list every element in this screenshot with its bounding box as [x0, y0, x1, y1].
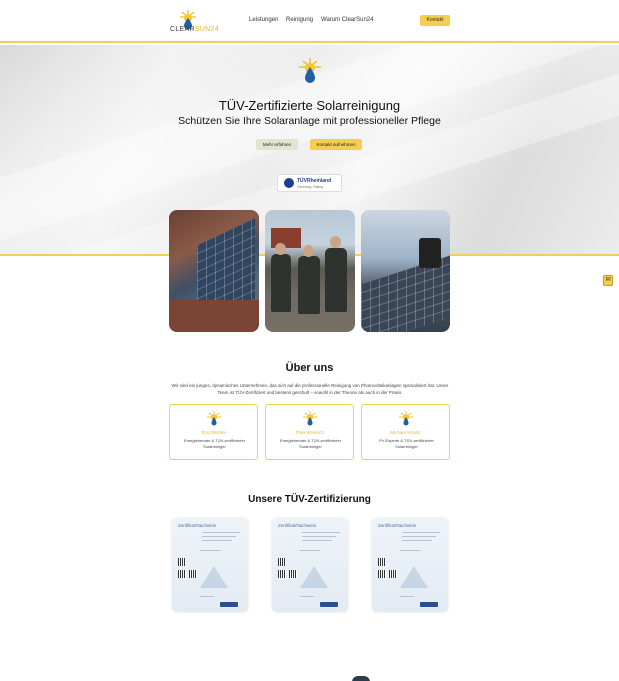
certificate-heading: Zertifikat/Nachweis	[178, 523, 217, 528]
team-member-figure	[298, 256, 320, 314]
qr-code-icon	[189, 570, 197, 578]
certificate-card[interactable]: Zertifikat/Nachweis	[372, 518, 448, 612]
certificate-card[interactable]: Zertifikat/Nachweis	[172, 518, 248, 612]
nav-link-leistungen[interactable]: Leistungen	[249, 17, 278, 23]
chat-icon[interactable]: ✉	[603, 275, 613, 286]
sun-drop-icon	[303, 411, 317, 426]
tuv-badge-subtext: Germany, Rating	[297, 185, 324, 189]
qr-code-icon	[278, 570, 286, 578]
team-member-name: Timo Richter	[200, 430, 227, 435]
photo-panel-brush	[361, 210, 450, 332]
tuv-seal-icon	[320, 602, 338, 607]
certificate-text-line	[400, 550, 420, 551]
certificate-watermark	[300, 566, 328, 588]
next-section-edge	[352, 676, 370, 681]
certificate-heading: Zertifikat/Nachweis	[378, 523, 417, 528]
certificate-text-line	[200, 550, 220, 551]
tuv-logo-icon	[284, 178, 294, 188]
team-member-figure	[325, 248, 347, 312]
sun-drop-icon	[299, 58, 321, 83]
certificate-signature-line	[400, 596, 414, 597]
certificate-text-line	[402, 536, 436, 537]
photo-roof-cleaning	[169, 210, 259, 332]
certificate-watermark	[200, 566, 228, 588]
cleaning-machine	[419, 238, 441, 268]
qr-code-icon	[178, 558, 186, 566]
certificate-text-line	[302, 540, 332, 541]
team-member-figure	[271, 254, 291, 312]
tuv-badge-name: TÜVRheinland	[297, 178, 332, 184]
certificate-watermark	[400, 566, 428, 588]
qr-code-icon	[178, 570, 186, 578]
about-description: Wir sind ein junges, dynamisches Unterne…	[171, 383, 449, 395]
certificate-text-line	[402, 540, 432, 541]
team-member-name: Thilo Weinrich	[295, 430, 324, 435]
team-card-thilo: Thilo Weinrich Energieberater & TÜV-zert…	[265, 404, 354, 460]
contact-cta-button[interactable]: Kontakt aufnehmen	[310, 139, 362, 150]
certificate-signature-line	[300, 596, 314, 597]
tuv-rheinland-badge[interactable]: TÜVRheinland Germany, Rating	[277, 174, 342, 192]
sun-drop-icon	[207, 411, 221, 426]
qr-code-icon	[289, 570, 297, 578]
more-info-button[interactable]: Mehr erfahren	[256, 139, 298, 150]
tuv-seal-icon	[420, 602, 438, 607]
photo-team	[265, 210, 355, 332]
team-card-michael: Michael Scholz PV-Experte & TÜV-zertifiz…	[361, 404, 450, 460]
logo-prefix: CLEAR	[170, 26, 195, 33]
qr-code-icon	[378, 570, 386, 578]
team-member-head	[275, 243, 286, 255]
sun-drop-icon	[399, 411, 413, 426]
certificate-text-line	[302, 536, 336, 537]
team-member-role: Energieberater & TÜV-zertifizierter Sola…	[183, 438, 246, 449]
certification-title: Unsere TÜV-Zertifizierung	[248, 494, 371, 505]
nav-link-warum[interactable]: Warum ClearSun24	[321, 17, 373, 23]
certificate-signature-line	[200, 596, 214, 597]
certificate-text-line	[300, 550, 320, 551]
qr-code-icon	[378, 558, 386, 566]
team-member-role: PV-Experte & TÜV-zertifizierter Solarrei…	[379, 438, 434, 449]
certificate-text-line	[402, 532, 440, 533]
nav-link-reinigung[interactable]: Reinigung	[286, 17, 313, 23]
team-card-timo: Timo Richter Energieberater & TÜV-zertif…	[169, 404, 258, 460]
certificate-heading: Zertifikat/Nachweis	[278, 523, 317, 528]
team-member-name: Michael Scholz	[390, 430, 421, 435]
logo-wordmark[interactable]: CLEARSUN24	[170, 26, 219, 33]
certificate-text-line	[202, 540, 232, 541]
contact-button[interactable]: Kontakt	[420, 15, 450, 26]
team-member-role: Energieberater & TÜV-zertifizierter Sola…	[279, 438, 342, 449]
about-title: Über uns	[285, 362, 334, 374]
certificate-text-line	[302, 532, 340, 533]
top-navigation: CLEARSUN24 Leistungen Reinigung Warum Cl…	[0, 0, 619, 43]
team-member-head	[330, 236, 341, 248]
tuv-seal-icon	[220, 602, 238, 607]
certificate-text-line	[202, 532, 240, 533]
qr-code-icon	[389, 570, 397, 578]
hero-title: TÜV-Zertifizierte Solarreinigung	[218, 98, 401, 113]
logo-suffix: SUN24	[194, 26, 219, 33]
certificate-card[interactable]: Zertifikat/Nachweis	[272, 518, 348, 612]
roof-tiles	[169, 300, 259, 332]
hero-subtitle: Schützen Sie Ihre Solaranlage mit profes…	[178, 115, 441, 127]
certificate-text-line	[202, 536, 236, 537]
qr-code-icon	[278, 558, 286, 566]
team-member-head	[303, 245, 314, 257]
